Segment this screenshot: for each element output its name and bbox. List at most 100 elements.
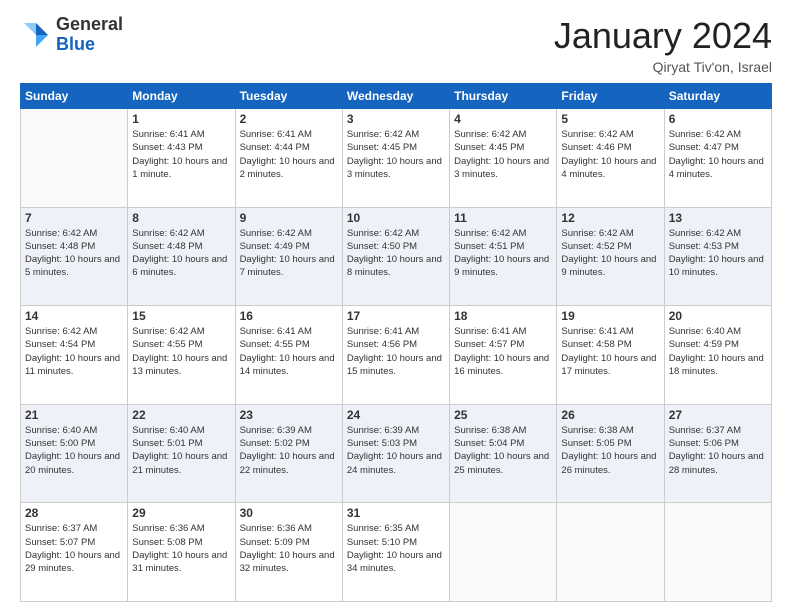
day-number: 17 <box>347 309 445 323</box>
week-row-4: 21 Sunrise: 6:40 AM Sunset: 5:00 PM Dayli… <box>21 404 772 503</box>
day-info: Sunrise: 6:42 AM Sunset: 4:49 PM Dayligh… <box>240 227 338 280</box>
month-title: January 2024 <box>554 15 772 57</box>
week-row-2: 7Sunrise: 6:42 AM Sunset: 4:48 PM Daylig… <box>21 207 772 306</box>
day-number: 23 <box>240 408 338 422</box>
location: Qiryat Tiv'on, Israel <box>554 59 772 75</box>
day-number: 14 <box>25 309 123 323</box>
day-number: 8 <box>132 211 230 225</box>
day-cell <box>21 109 128 208</box>
col-thursday: Thursday <box>450 84 557 109</box>
day-number: 25 <box>454 408 552 422</box>
day-info: Sunrise: 6:41 AM Sunset: 4:43 PM Dayligh… <box>132 128 230 181</box>
day-cell: 16Sunrise: 6:41 AM Sunset: 4:55 PM Dayli… <box>235 306 342 405</box>
logo-icon <box>20 19 52 51</box>
day-number: 15 <box>132 309 230 323</box>
week-row-3: 14 Sunrise: 6:42 AM Sunset: 4:54 PM Dayli… <box>21 306 772 405</box>
day-info: Sunrise: 6:42 AM Sunset: 4:45 PM Dayligh… <box>454 128 552 181</box>
day-cell: 18Sunrise: 6:41 AM Sunset: 4:57 PM Dayli… <box>450 306 557 405</box>
day-cell: 26 Sunrise: 6:38 AM Sunset: 5:05 PM Dayli… <box>557 404 664 503</box>
day-info: Sunrise: 6:40 AM Sunset: 5:00 PM Dayligh… <box>25 424 123 477</box>
day-number: 4 <box>454 112 552 126</box>
day-number: 30 <box>240 506 338 520</box>
title-block: January 2024 Qiryat Tiv'on, Israel <box>554 15 772 75</box>
day-cell: 21 Sunrise: 6:40 AM Sunset: 5:00 PM Dayli… <box>21 404 128 503</box>
day-cell: 23 Sunrise: 6:39 AM Sunset: 5:02 PM Dayli… <box>235 404 342 503</box>
day-number: 28 <box>25 506 123 520</box>
col-saturday: Saturday <box>664 84 771 109</box>
day-cell: 4 Sunrise: 6:42 AM Sunset: 4:45 PM Daylig… <box>450 109 557 208</box>
page: General Blue January 2024 Qiryat Tiv'on,… <box>0 0 792 612</box>
day-info: Sunrise: 6:42 AM Sunset: 4:48 PM Dayligh… <box>132 227 230 280</box>
day-cell: 19 Sunrise: 6:41 AM Sunset: 4:58 PM Dayli… <box>557 306 664 405</box>
col-friday: Friday <box>557 84 664 109</box>
day-info: Sunrise: 6:41 AM Sunset: 4:56 PM Dayligh… <box>347 325 445 378</box>
day-info: Sunrise: 6:42 AM Sunset: 4:46 PM Dayligh… <box>561 128 659 181</box>
day-info: Sunrise: 6:42 AM Sunset: 4:51 PM Dayligh… <box>454 227 552 280</box>
day-cell: 20 Sunrise: 6:40 AM Sunset: 4:59 PM Dayli… <box>664 306 771 405</box>
day-number: 5 <box>561 112 659 126</box>
col-tuesday: Tuesday <box>235 84 342 109</box>
header: General Blue January 2024 Qiryat Tiv'on,… <box>20 15 772 75</box>
day-info: Sunrise: 6:42 AM Sunset: 4:50 PM Dayligh… <box>347 227 445 280</box>
day-info: Sunrise: 6:40 AM Sunset: 4:59 PM Dayligh… <box>669 325 767 378</box>
day-cell: 17 Sunrise: 6:41 AM Sunset: 4:56 PM Dayli… <box>342 306 449 405</box>
day-number: 31 <box>347 506 445 520</box>
day-info: Sunrise: 6:42 AM Sunset: 4:47 PM Dayligh… <box>669 128 767 181</box>
day-info: Sunrise: 6:42 AM Sunset: 4:53 PM Dayligh… <box>669 227 767 280</box>
day-info: Sunrise: 6:42 AM Sunset: 4:48 PM Dayligh… <box>25 227 123 280</box>
logo-blue: Blue <box>56 35 123 55</box>
day-info: Sunrise: 6:42 AM Sunset: 4:52 PM Dayligh… <box>561 227 659 280</box>
day-cell <box>664 503 771 602</box>
day-cell: 25 Sunrise: 6:38 AM Sunset: 5:04 PM Dayli… <box>450 404 557 503</box>
day-info: Sunrise: 6:36 AM Sunset: 5:09 PM Dayligh… <box>240 522 338 575</box>
day-cell: 8 Sunrise: 6:42 AM Sunset: 4:48 PM Daylig… <box>128 207 235 306</box>
day-number: 18 <box>454 309 552 323</box>
logo: General Blue <box>20 15 123 55</box>
day-number: 21 <box>25 408 123 422</box>
day-number: 6 <box>669 112 767 126</box>
day-number: 26 <box>561 408 659 422</box>
day-number: 22 <box>132 408 230 422</box>
day-number: 27 <box>669 408 767 422</box>
day-number: 29 <box>132 506 230 520</box>
logo-text: General Blue <box>56 15 123 55</box>
day-info: Sunrise: 6:41 AM Sunset: 4:44 PM Dayligh… <box>240 128 338 181</box>
calendar-table: Sunday Monday Tuesday Wednesday Thursday… <box>20 83 772 602</box>
day-info: Sunrise: 6:38 AM Sunset: 5:05 PM Dayligh… <box>561 424 659 477</box>
day-number: 13 <box>669 211 767 225</box>
day-cell <box>450 503 557 602</box>
day-number: 24 <box>347 408 445 422</box>
day-cell: 2 Sunrise: 6:41 AM Sunset: 4:44 PM Daylig… <box>235 109 342 208</box>
col-sunday: Sunday <box>21 84 128 109</box>
day-number: 2 <box>240 112 338 126</box>
day-info: Sunrise: 6:35 AM Sunset: 5:10 PM Dayligh… <box>347 522 445 575</box>
day-number: 1 <box>132 112 230 126</box>
day-info: Sunrise: 6:36 AM Sunset: 5:08 PM Dayligh… <box>132 522 230 575</box>
day-cell: 10 Sunrise: 6:42 AM Sunset: 4:50 PM Dayli… <box>342 207 449 306</box>
day-info: Sunrise: 6:42 AM Sunset: 4:54 PM Dayligh… <box>25 325 123 378</box>
day-number: 19 <box>561 309 659 323</box>
col-monday: Monday <box>128 84 235 109</box>
week-row-5: 28 Sunrise: 6:37 AM Sunset: 5:07 PM Dayli… <box>21 503 772 602</box>
day-info: Sunrise: 6:38 AM Sunset: 5:04 PM Dayligh… <box>454 424 552 477</box>
day-info: Sunrise: 6:37 AM Sunset: 5:07 PM Dayligh… <box>25 522 123 575</box>
day-cell: 28 Sunrise: 6:37 AM Sunset: 5:07 PM Dayli… <box>21 503 128 602</box>
day-cell: 13 Sunrise: 6:42 AM Sunset: 4:53 PM Dayli… <box>664 207 771 306</box>
day-cell: 7Sunrise: 6:42 AM Sunset: 4:48 PM Daylig… <box>21 207 128 306</box>
col-wednesday: Wednesday <box>342 84 449 109</box>
day-number: 20 <box>669 309 767 323</box>
day-cell: 30 Sunrise: 6:36 AM Sunset: 5:09 PM Dayli… <box>235 503 342 602</box>
week-row-1: 1 Sunrise: 6:41 AM Sunset: 4:43 PM Daylig… <box>21 109 772 208</box>
day-cell: 29 Sunrise: 6:36 AM Sunset: 5:08 PM Dayli… <box>128 503 235 602</box>
day-cell: 15Sunrise: 6:42 AM Sunset: 4:55 PM Dayli… <box>128 306 235 405</box>
day-cell: 5 Sunrise: 6:42 AM Sunset: 4:46 PM Daylig… <box>557 109 664 208</box>
day-info: Sunrise: 6:42 AM Sunset: 4:45 PM Dayligh… <box>347 128 445 181</box>
day-info: Sunrise: 6:41 AM Sunset: 4:58 PM Dayligh… <box>561 325 659 378</box>
day-cell: 31 Sunrise: 6:35 AM Sunset: 5:10 PM Dayli… <box>342 503 449 602</box>
day-cell: 27 Sunrise: 6:37 AM Sunset: 5:06 PM Dayli… <box>664 404 771 503</box>
day-info: Sunrise: 6:39 AM Sunset: 5:02 PM Dayligh… <box>240 424 338 477</box>
day-cell: 9Sunrise: 6:42 AM Sunset: 4:49 PM Daylig… <box>235 207 342 306</box>
day-info: Sunrise: 6:37 AM Sunset: 5:06 PM Dayligh… <box>669 424 767 477</box>
day-number: 10 <box>347 211 445 225</box>
logo-general: General <box>56 15 123 35</box>
